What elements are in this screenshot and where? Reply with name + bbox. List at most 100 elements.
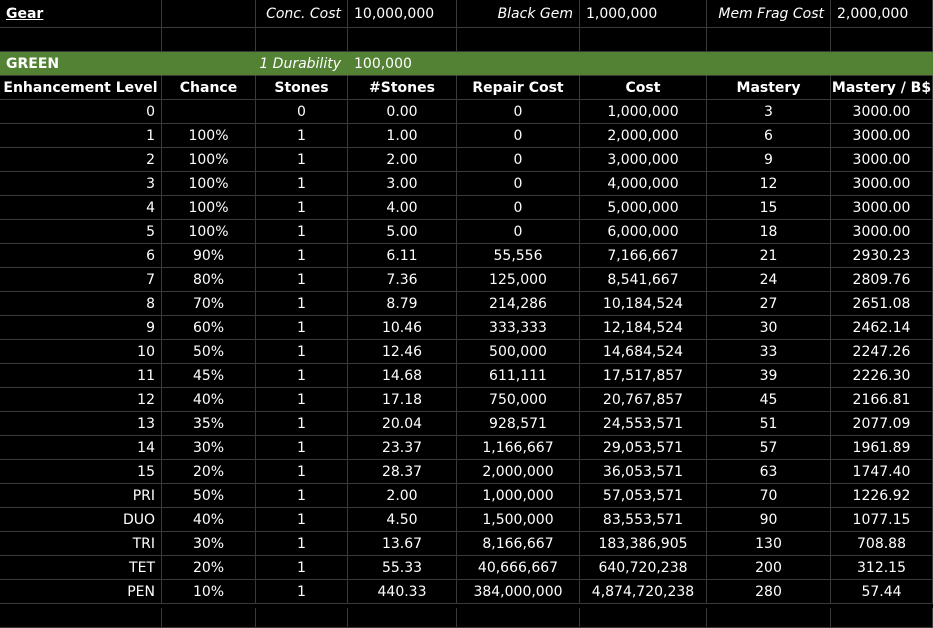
mastery-per-bs-cell[interactable]: 3000.00	[831, 124, 933, 148]
repair-cost-cell[interactable]: 8,166,667	[457, 532, 580, 556]
enhancement-level-cell[interactable]: 15	[0, 460, 162, 484]
mastery-per-bs-cell[interactable]: 312.15	[831, 556, 933, 580]
chance-cell[interactable]: 40%	[162, 508, 256, 532]
enhancement-level-cell[interactable]: 3	[0, 172, 162, 196]
cost-cell[interactable]: 57,053,571	[580, 484, 707, 508]
enhancement-level-cell[interactable]: 9	[0, 316, 162, 340]
repair-cost-cell[interactable]: 0	[457, 124, 580, 148]
mastery-per-bs-cell[interactable]: 708.88	[831, 532, 933, 556]
cell-empty[interactable]	[0, 28, 162, 52]
chance-cell[interactable]: 10%	[162, 580, 256, 604]
conc-cost-value[interactable]: 10,000,000	[348, 0, 457, 28]
num-stones-cell[interactable]: 0.00	[348, 100, 457, 124]
repair-cost-cell[interactable]: 40,666,667	[457, 556, 580, 580]
cell-empty[interactable]	[707, 52, 831, 76]
stones-cell[interactable]: 1	[256, 124, 348, 148]
chance-cell[interactable]: 30%	[162, 436, 256, 460]
cell-gear[interactable]: Gear	[0, 0, 162, 28]
cell-empty[interactable]	[162, 0, 256, 28]
stones-cell[interactable]: 0	[256, 100, 348, 124]
repair-cost-cell[interactable]: 611,111	[457, 364, 580, 388]
mastery-cell[interactable]: 57	[707, 436, 831, 460]
chance-cell[interactable]: 40%	[162, 388, 256, 412]
mastery-per-bs-cell[interactable]: 2651.08	[831, 292, 933, 316]
mastery-cell[interactable]: 39	[707, 364, 831, 388]
stones-cell[interactable]: 1	[256, 148, 348, 172]
chance-cell[interactable]: 100%	[162, 124, 256, 148]
cell-empty[interactable]	[580, 608, 707, 628]
num-stones-cell[interactable]: 6.11	[348, 244, 457, 268]
repair-cost-cell[interactable]: 2,000,000	[457, 460, 580, 484]
mastery-per-bs-cell[interactable]: 1226.92	[831, 484, 933, 508]
enhancement-level-cell[interactable]: 7	[0, 268, 162, 292]
mastery-cell[interactable]: 6	[707, 124, 831, 148]
cost-cell[interactable]: 8,541,667	[580, 268, 707, 292]
cost-cell[interactable]: 4,000,000	[580, 172, 707, 196]
enhancement-level-cell[interactable]: 8	[0, 292, 162, 316]
chance-cell[interactable]: 45%	[162, 364, 256, 388]
mastery-cell[interactable]: 30	[707, 316, 831, 340]
cost-cell[interactable]: 29,053,571	[580, 436, 707, 460]
mastery-cell[interactable]: 33	[707, 340, 831, 364]
repair-cost-cell[interactable]: 125,000	[457, 268, 580, 292]
stones-cell[interactable]: 1	[256, 220, 348, 244]
cost-cell[interactable]: 640,720,238	[580, 556, 707, 580]
stones-cell[interactable]: 1	[256, 484, 348, 508]
black-gem-label[interactable]: Black Gem	[457, 0, 580, 28]
num-stones-cell[interactable]: 28.37	[348, 460, 457, 484]
mastery-per-bs-cell[interactable]: 3000.00	[831, 172, 933, 196]
column-header[interactable]: Mastery	[707, 76, 831, 100]
mastery-cell[interactable]: 51	[707, 412, 831, 436]
enhancement-level-cell[interactable]: TET	[0, 556, 162, 580]
mastery-per-bs-cell[interactable]: 2930.23	[831, 244, 933, 268]
num-stones-cell[interactable]: 7.36	[348, 268, 457, 292]
stones-cell[interactable]: 1	[256, 364, 348, 388]
stones-cell[interactable]: 1	[256, 244, 348, 268]
cell-empty[interactable]	[162, 28, 256, 52]
num-stones-cell[interactable]: 5.00	[348, 220, 457, 244]
stones-cell[interactable]: 1	[256, 460, 348, 484]
mastery-per-bs-cell[interactable]: 1961.89	[831, 436, 933, 460]
enhancement-level-cell[interactable]: 12	[0, 388, 162, 412]
enhancement-level-cell[interactable]: TRI	[0, 532, 162, 556]
column-header[interactable]: Stones	[256, 76, 348, 100]
cost-cell[interactable]: 20,767,857	[580, 388, 707, 412]
num-stones-cell[interactable]: 440.33	[348, 580, 457, 604]
repair-cost-cell[interactable]: 0	[457, 100, 580, 124]
cost-cell[interactable]: 1,000,000	[580, 100, 707, 124]
repair-cost-cell[interactable]: 0	[457, 172, 580, 196]
mastery-per-bs-cell[interactable]: 1077.15	[831, 508, 933, 532]
num-stones-cell[interactable]: 4.00	[348, 196, 457, 220]
repair-cost-cell[interactable]: 1,166,667	[457, 436, 580, 460]
chance-cell[interactable]: 50%	[162, 340, 256, 364]
cost-cell[interactable]: 83,553,571	[580, 508, 707, 532]
column-header[interactable]: Chance	[162, 76, 256, 100]
chance-cell[interactable]: 70%	[162, 292, 256, 316]
mastery-per-bs-cell[interactable]: 2809.76	[831, 268, 933, 292]
cost-cell[interactable]: 183,386,905	[580, 532, 707, 556]
mastery-cell[interactable]: 12	[707, 172, 831, 196]
black-gem-value[interactable]: 1,000,000	[580, 0, 707, 28]
cell-empty[interactable]	[457, 28, 580, 52]
mem-frag-cost-label[interactable]: Mem Frag Cost	[707, 0, 831, 28]
enhancement-level-cell[interactable]: 10	[0, 340, 162, 364]
stones-cell[interactable]: 1	[256, 436, 348, 460]
mastery-per-bs-cell[interactable]: 2166.81	[831, 388, 933, 412]
enhancement-level-cell[interactable]: 13	[0, 412, 162, 436]
cell-empty[interactable]	[457, 52, 580, 76]
column-header[interactable]: #Stones	[348, 76, 457, 100]
column-header[interactable]: Enhancement Level	[0, 76, 162, 100]
chance-cell[interactable]: 35%	[162, 412, 256, 436]
mastery-cell[interactable]: 15	[707, 196, 831, 220]
cost-cell[interactable]: 6,000,000	[580, 220, 707, 244]
chance-cell[interactable]: 100%	[162, 196, 256, 220]
cell-empty[interactable]	[831, 52, 933, 76]
num-stones-cell[interactable]: 55.33	[348, 556, 457, 580]
cell-empty[interactable]	[162, 608, 256, 628]
mastery-per-bs-cell[interactable]: 2247.26	[831, 340, 933, 364]
num-stones-cell[interactable]: 10.46	[348, 316, 457, 340]
cell-empty[interactable]	[256, 608, 348, 628]
cell-empty[interactable]	[162, 52, 256, 76]
cost-cell[interactable]: 3,000,000	[580, 148, 707, 172]
stones-cell[interactable]: 1	[256, 316, 348, 340]
